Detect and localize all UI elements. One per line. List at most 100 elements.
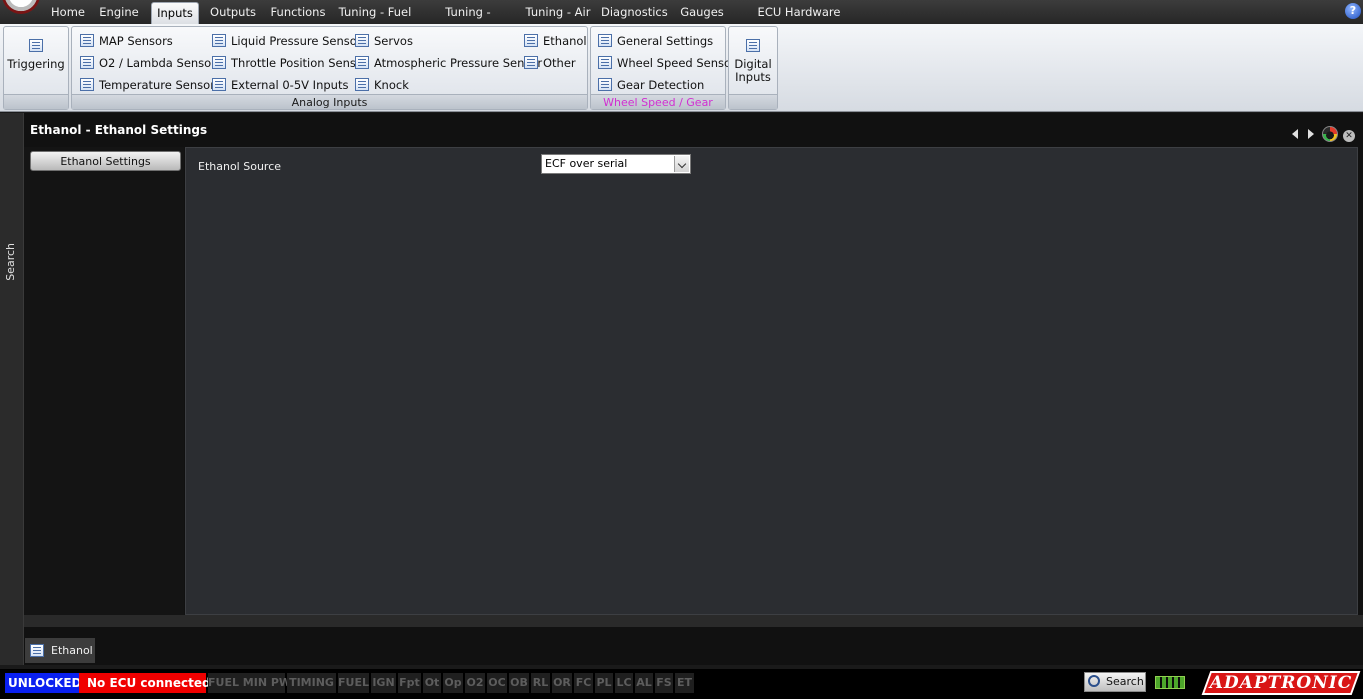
forward-arrow-icon[interactable] [1308, 129, 1314, 139]
group-triggering: Triggering [3, 26, 69, 110]
indicator-fpt: Fpt [398, 673, 422, 693]
indicator-et: ET [675, 673, 695, 693]
map-sensors-label: MAP Sensors [99, 34, 173, 48]
wheel-speed-sensor-button[interactable]: Wheel Speed Sensor [598, 54, 736, 72]
tab-functions[interactable]: Functions [268, 2, 328, 24]
close-icon[interactable]: ✕ [1343, 130, 1355, 142]
atmospheric-pressure-sensor-button[interactable]: Atmospheric Pressure Sensor [355, 54, 542, 72]
tab-outputs[interactable]: Outputs [208, 2, 258, 24]
group-label-empty [729, 94, 777, 109]
indicator-rl: RL [531, 673, 551, 693]
external-0-5v-inputs-button[interactable]: External 0-5V Inputs [212, 76, 348, 94]
indicator-fuel-min-pw: FUEL MIN PW [208, 673, 291, 693]
list-icon [80, 78, 94, 91]
general-settings-button[interactable]: General Settings [598, 32, 713, 50]
document-tab-strip: Ethanol [24, 637, 1363, 664]
doc-tab-ethanol-label: Ethanol [51, 644, 93, 657]
temperature-sensors-button[interactable]: Temperature Sensors [80, 76, 221, 94]
list-icon [29, 39, 43, 52]
group-label-analog-inputs: Analog Inputs [72, 94, 587, 109]
ecu-connection-status: No ECU connected [79, 673, 211, 693]
ethanol-source-dropdown[interactable]: ECF over serial [541, 154, 691, 174]
triggering-button[interactable]: Triggering [5, 39, 67, 71]
list-icon [80, 34, 94, 47]
tab-gauges[interactable]: Gauges [677, 2, 727, 24]
gear-detection-label: Gear Detection [617, 78, 705, 92]
external-0-5v-inputs-label: External 0-5V Inputs [231, 78, 349, 92]
tab-diagnostics[interactable]: Diagnostics [601, 2, 668, 24]
indicator-al: AL [635, 673, 654, 693]
list-icon [524, 34, 538, 47]
app-logo[interactable] [2, 0, 40, 14]
gear-detection-button[interactable]: Gear Detection [598, 76, 704, 94]
indicator-fuel: FUEL [338, 673, 370, 693]
ethanol-source-label: Ethanol Source [198, 160, 282, 173]
doc-tab-ethanol[interactable]: Ethanol [25, 638, 95, 663]
liquid-pressure-sensors-button[interactable]: Liquid Pressure Sensors [212, 32, 368, 50]
o2-lambda-sensors-label: O2 / Lambda Sensors [99, 56, 222, 70]
list-icon [212, 56, 226, 69]
map-sensors-button[interactable]: MAP Sensors [80, 32, 173, 50]
main-menu-bar: Home Engine Inputs Outputs Functions Tun… [0, 0, 1363, 40]
settings-content-pane: Ethanol Source ECF over serial [185, 147, 1358, 615]
other-button[interactable]: Other [524, 54, 576, 72]
list-icon [212, 78, 226, 91]
triggering-label: Triggering [7, 57, 65, 71]
digital-inputs-label: Digital Inputs [734, 57, 772, 84]
group-label-wheel-speed-gear: Wheel Speed / Gear [591, 94, 725, 109]
unlocked-status-badge: UNLOCKED [5, 673, 85, 693]
chevron-down-icon[interactable] [674, 156, 689, 172]
search-side-label[interactable]: Search [4, 243, 17, 281]
tab-tuning-fuel[interactable]: Tuning - Fuel [338, 2, 412, 24]
list-icon [355, 78, 369, 91]
indicator-ob: OB [509, 673, 530, 693]
wheel-speed-sensor-label: Wheel Speed Sensor [617, 56, 736, 70]
search-side-panel[interactable]: Search [0, 113, 24, 665]
adaptronic-logo-text: ADAPTRONIC [1209, 673, 1353, 693]
list-icon [598, 78, 612, 91]
indicator-lc: LC [615, 673, 634, 693]
throttle-position-sensor-button[interactable]: Throttle Position Sensor [212, 54, 368, 72]
group-label-empty [4, 94, 68, 109]
help-icon[interactable]: ? [1345, 3, 1361, 19]
throttle-position-sensor-label: Throttle Position Sensor [231, 56, 368, 70]
knock-label: Knock [374, 78, 409, 92]
indicator-ign: IGN [371, 673, 397, 693]
tab-ecu-hardware-settings[interactable]: ECU Hardware Settings [737, 2, 861, 40]
status-search-button[interactable]: Search [1084, 672, 1146, 692]
o2-lambda-sensors-button[interactable]: O2 / Lambda Sensors [80, 54, 222, 72]
status-search-label: Search [1106, 675, 1144, 688]
tab-inputs[interactable]: Inputs [151, 2, 199, 24]
tab-tuning-air[interactable]: Tuning - Air [524, 2, 592, 24]
indicator-o2: O2 [465, 673, 486, 693]
group-analog-inputs: MAP Sensors O2 / Lambda Sensors Temperat… [71, 26, 588, 110]
list-icon [355, 34, 369, 47]
ethanol-settings-button[interactable]: Ethanol Settings [30, 151, 181, 171]
digital-inputs-button[interactable]: Digital Inputs [730, 39, 776, 84]
back-arrow-icon[interactable] [1292, 129, 1298, 139]
temperature-sensors-label: Temperature Sensors [99, 78, 221, 92]
knock-button[interactable]: Knock [355, 76, 409, 94]
tab-tuning-ignition[interactable]: Tuning - Ignition [422, 2, 514, 40]
indicator-timing: TIMING [287, 673, 337, 693]
ethanol-label: Ethanol [543, 34, 587, 48]
indicator-oc: OC [487, 673, 508, 693]
indicator-or: OR [552, 673, 573, 693]
list-icon [524, 56, 538, 69]
ribbon-toolbar: Triggering MAP Sensors O2 / Lambda Senso… [0, 24, 1363, 112]
tab-home[interactable]: Home [49, 2, 87, 24]
ethanol-button[interactable]: Ethanol [524, 32, 587, 50]
atmospheric-pressure-sensor-label: Atmospheric Pressure Sensor [374, 56, 543, 70]
tab-engine[interactable]: Engine [97, 2, 141, 24]
gauge-icon[interactable] [1322, 126, 1338, 142]
list-icon [746, 39, 760, 52]
indicator-fc: FC [574, 673, 594, 693]
battery-icon [1155, 676, 1185, 689]
group-wheel-speed-gear: General Settings Wheel Speed Sensor Gear… [590, 26, 736, 110]
indicator-ot: Ot [423, 673, 442, 693]
indicator-fs: FS [655, 673, 674, 693]
list-icon [598, 56, 612, 69]
adaptronic-logo: ADAPTRONIC [1201, 671, 1361, 695]
document-window: Ethanol - Ethanol Settings ✕ Ethanol Set… [24, 113, 1363, 665]
servos-button[interactable]: Servos [355, 32, 413, 50]
